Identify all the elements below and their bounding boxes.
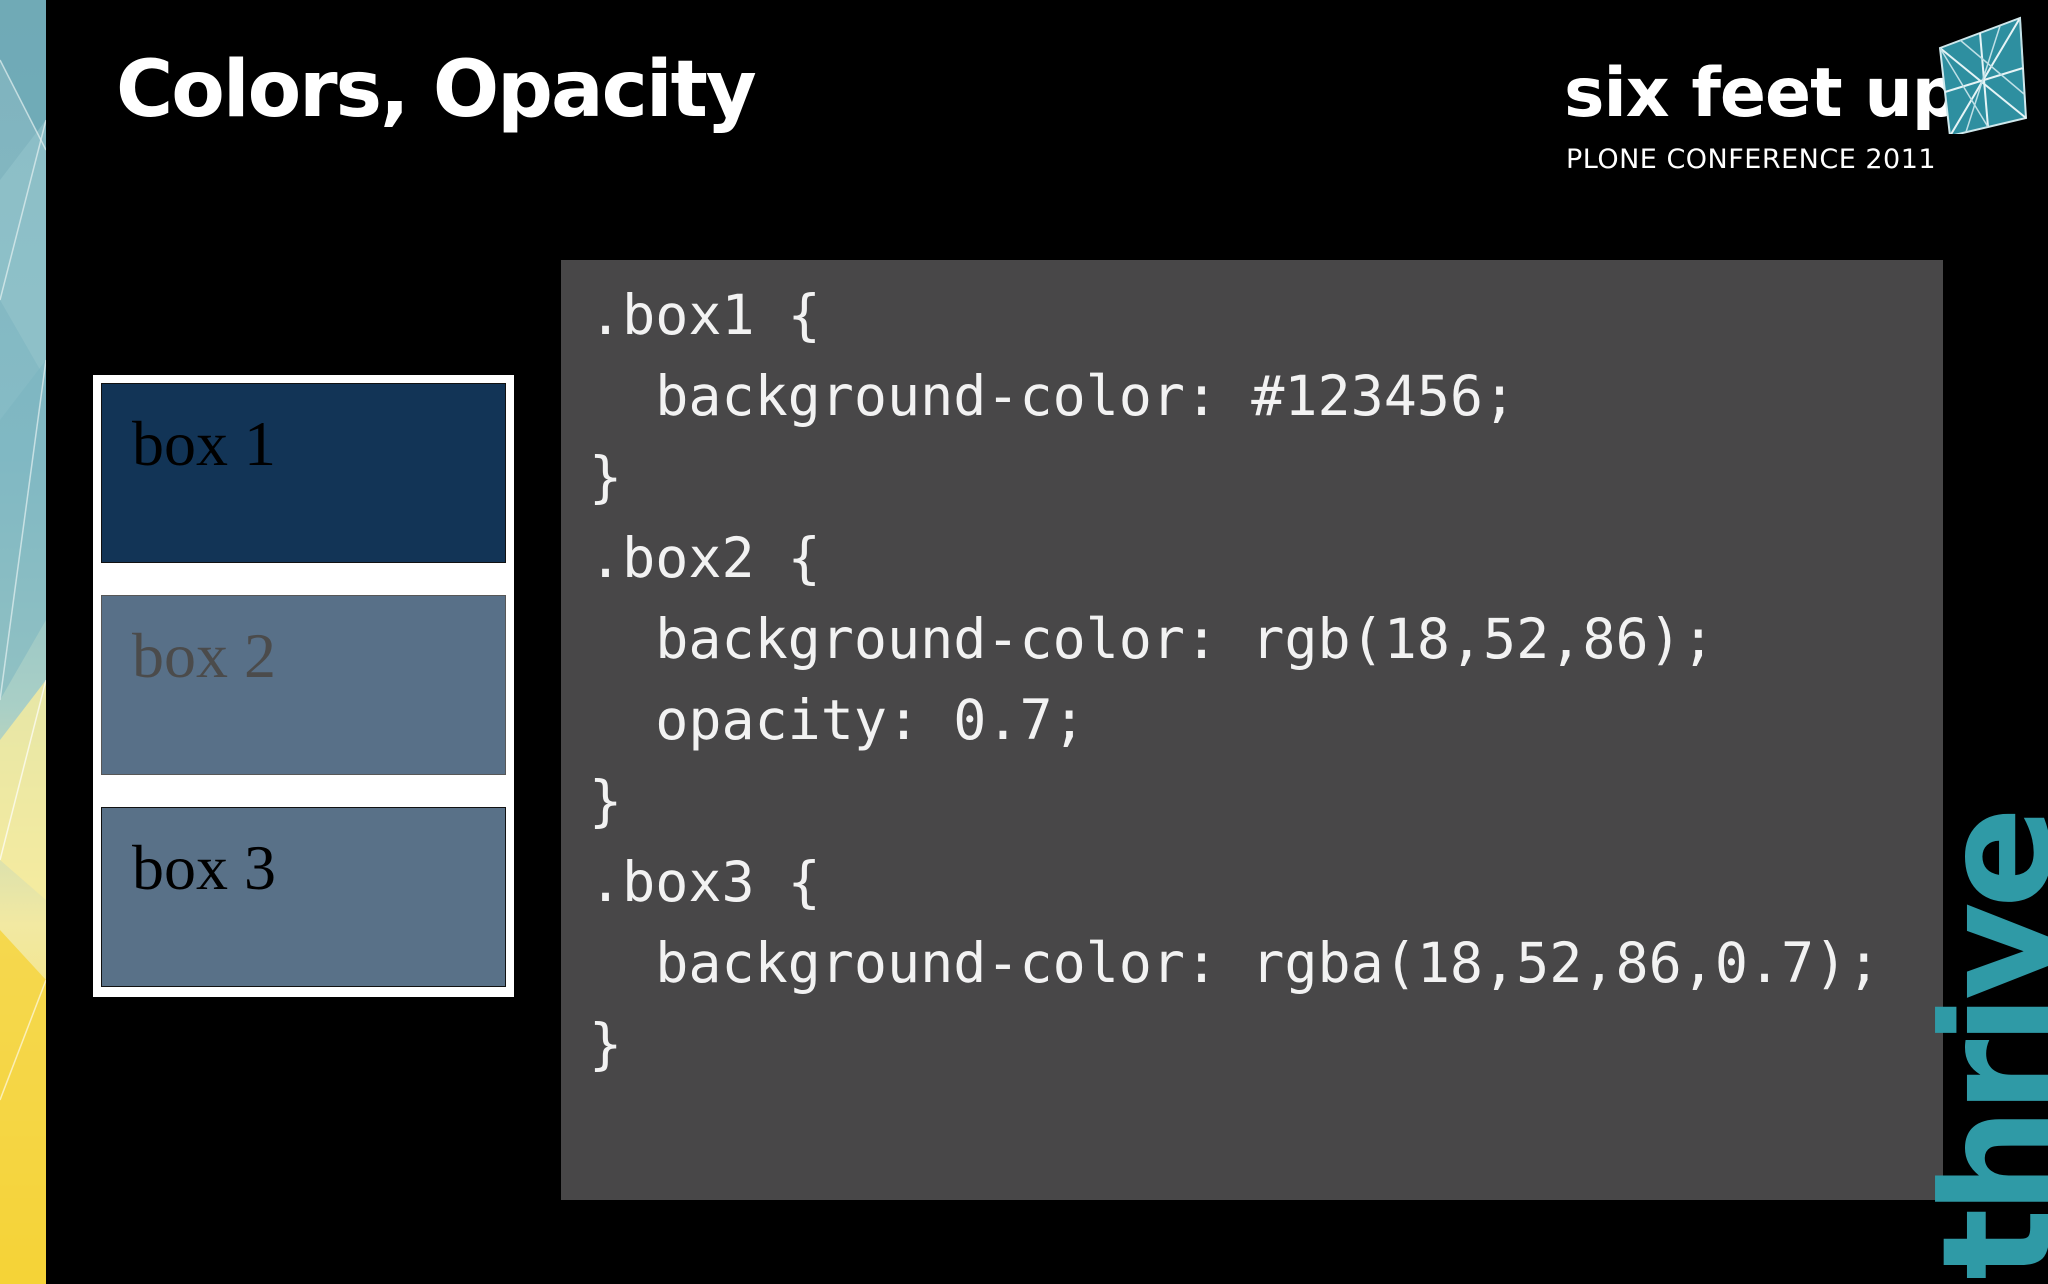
demo-box-1: box 1 — [101, 383, 506, 563]
code-panel: .box1 { background-color: #123456; } .bo… — [561, 260, 1943, 1200]
slide-title: Colors, Opacity — [116, 45, 757, 135]
left-decorative-strip — [0, 0, 46, 1284]
demo-box-label: box 2 — [132, 620, 276, 691]
code-line: background-color: #123456; — [589, 364, 1517, 428]
geometric-mesh-icon — [1938, 16, 2028, 134]
brand-block: six feet up PLONE CONFERENCE 2011 — [1560, 60, 1960, 190]
demo-box-label: box 3 — [132, 832, 276, 903]
brand-subtitle: PLONE CONFERENCE 2011 — [1566, 144, 1937, 175]
code-line: } — [589, 769, 623, 833]
slide: Colors, Opacity six feet up PLONE CONFER… — [0, 0, 2048, 1284]
code-line: background-color: rgba(18,52,86,0.7); — [589, 931, 1881, 995]
demo-boxes-panel: box 1 box 2 box 3 — [93, 375, 514, 997]
code-line: .box2 { — [589, 526, 821, 590]
code-line: } — [589, 445, 623, 509]
code-line: } — [589, 1012, 623, 1076]
demo-box-label: box 1 — [132, 408, 276, 479]
brand-name: six feet up — [1564, 54, 1960, 133]
code-line: .box1 { — [589, 283, 821, 347]
thrive-text: thrive — [1911, 812, 2048, 1280]
code-line: background-color: rgb(18,52,86); — [589, 607, 1715, 671]
decorative-pattern-icon — [0, 0, 46, 1284]
demo-box-2: box 2 — [101, 595, 506, 775]
code-line: opacity: 0.7; — [589, 688, 1086, 752]
code-line: .box3 { — [589, 850, 821, 914]
demo-box-3: box 3 — [101, 807, 506, 987]
